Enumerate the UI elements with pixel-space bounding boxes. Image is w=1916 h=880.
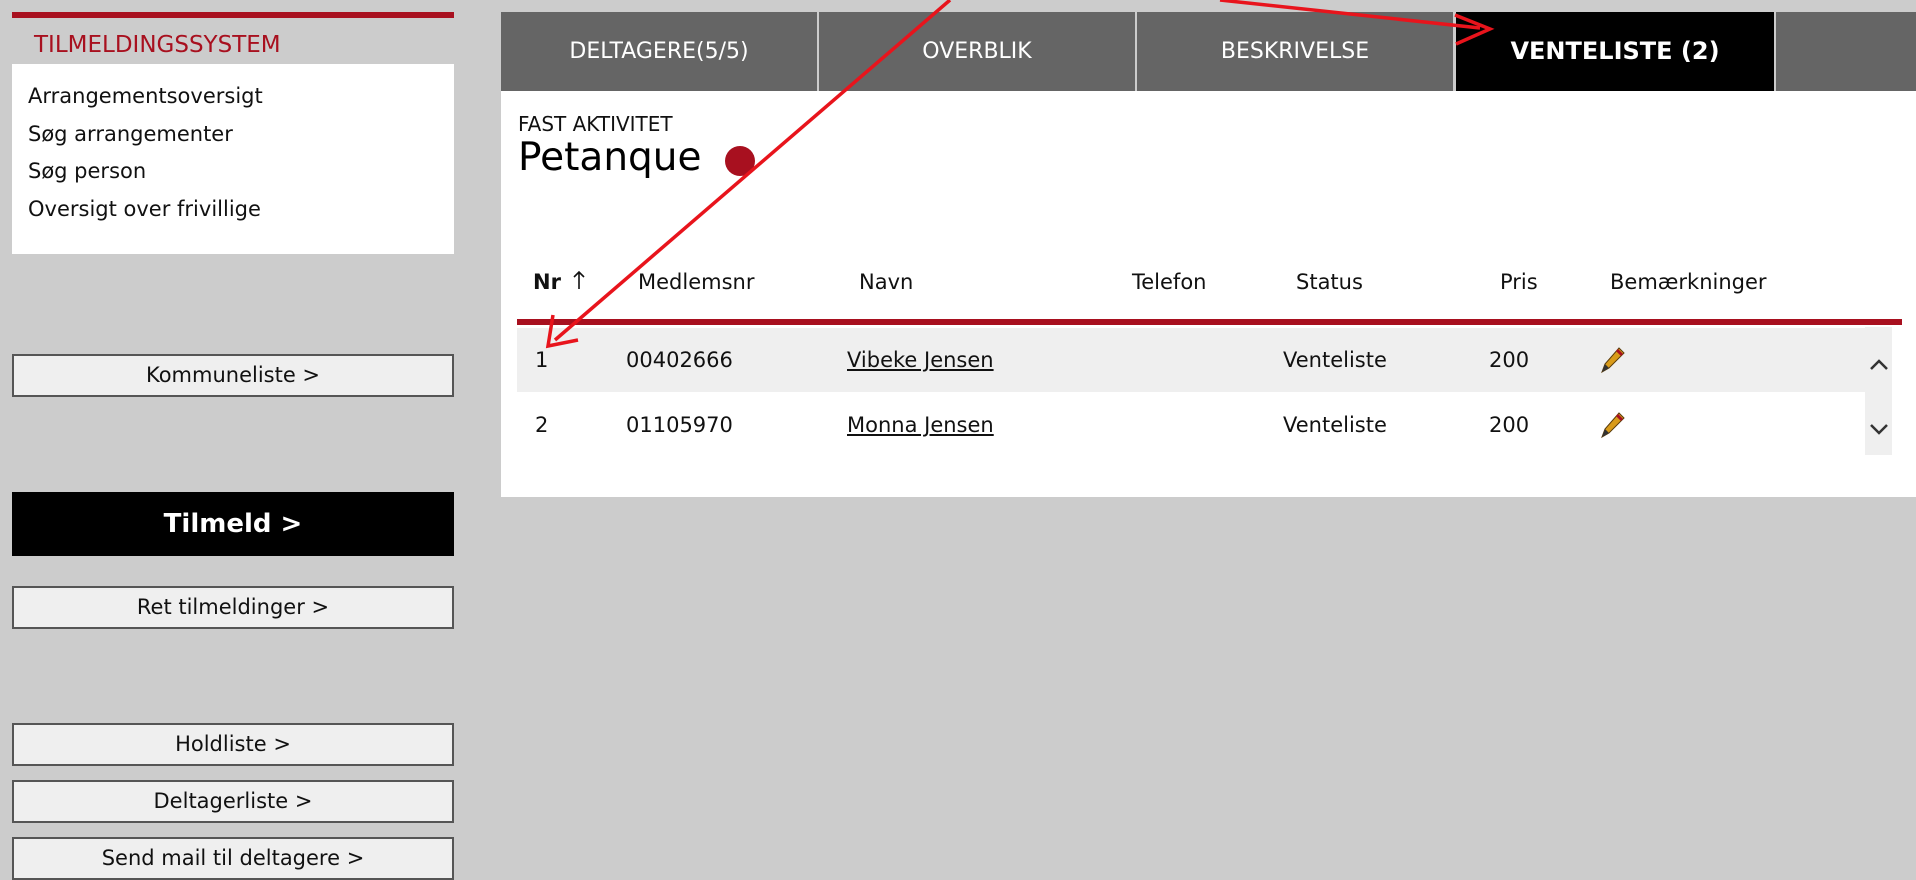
holdliste-button[interactable]: Holdliste > bbox=[12, 723, 454, 766]
col-header-bemaerkninger: Bemærkninger bbox=[1610, 270, 1767, 294]
row-status: Venteliste bbox=[1283, 348, 1387, 372]
menu-item-oversigt-frivillige[interactable]: Oversigt over frivillige bbox=[28, 191, 454, 229]
col-header-nr-label: Nr bbox=[533, 270, 561, 294]
row-medlemsnr: 01105970 bbox=[626, 413, 733, 437]
col-header-pris: Pris bbox=[1500, 270, 1538, 294]
col-header-status: Status bbox=[1296, 270, 1363, 294]
tab-more[interactable] bbox=[1776, 12, 1916, 91]
tab-beskrivelse[interactable]: BESKRIVELSE bbox=[1137, 12, 1453, 91]
row-medlemsnr: 00402666 bbox=[626, 348, 733, 372]
main-panel: DELTAGERE(5/5) OVERBLIK BESKRIVELSE VENT… bbox=[501, 12, 1916, 497]
status-dot-icon bbox=[725, 146, 755, 176]
col-header-medlemsnr: Medlemsnr bbox=[638, 270, 755, 294]
menu-item-arrangementsoversigt[interactable]: Arrangementsoversigt bbox=[28, 78, 454, 116]
pencil-icon[interactable] bbox=[1597, 410, 1627, 440]
kommuneliste-button[interactable]: Kommuneliste > bbox=[12, 354, 454, 397]
ret-tilmeldinger-button[interactable]: Ret tilmeldinger > bbox=[12, 586, 454, 629]
row-pris: 200 bbox=[1489, 348, 1530, 372]
pencil-icon[interactable] bbox=[1597, 345, 1627, 375]
sidebar-menu: Arrangementsoversigt Søg arrangementer S… bbox=[12, 64, 454, 254]
row-navn-link[interactable]: Monna Jensen bbox=[847, 393, 994, 457]
chevron-up-icon[interactable] bbox=[1867, 355, 1891, 375]
menu-item-soeg-arrangementer[interactable]: Søg arrangementer bbox=[28, 116, 454, 154]
arrow-up-icon bbox=[573, 270, 585, 289]
page-title: Petanque bbox=[518, 135, 702, 180]
chevron-down-icon[interactable] bbox=[1867, 419, 1891, 439]
sidebar: TILMELDINGSSYSTEM Arrangementsoversigt S… bbox=[12, 12, 454, 254]
deltagerliste-button[interactable]: Deltagerliste > bbox=[12, 780, 454, 823]
table-row: 1 00402666 Vibeke Jensen Venteliste 200 bbox=[517, 328, 1887, 392]
col-header-telefon: Telefon bbox=[1132, 270, 1207, 294]
table-header-divider bbox=[517, 319, 1902, 325]
row-navn-link[interactable]: Vibeke Jensen bbox=[847, 328, 994, 392]
tab-deltagere[interactable]: DELTAGERE(5/5) bbox=[501, 12, 817, 91]
row-nr: 1 bbox=[535, 348, 549, 372]
menu-item-soeg-person[interactable]: Søg person bbox=[28, 153, 454, 191]
send-mail-button[interactable]: Send mail til deltagere > bbox=[12, 837, 454, 880]
tab-overblik[interactable]: OVERBLIK bbox=[819, 12, 1135, 91]
col-header-nr[interactable]: Nr bbox=[533, 270, 586, 294]
tilmeld-button[interactable]: Tilmeld > bbox=[12, 492, 454, 556]
col-header-navn: Navn bbox=[859, 270, 914, 294]
table-scrollbar[interactable] bbox=[1865, 327, 1892, 455]
row-status: Venteliste bbox=[1283, 413, 1387, 437]
row-pris: 200 bbox=[1489, 413, 1530, 437]
tab-venteliste[interactable]: VENTELISTE (2) bbox=[1456, 12, 1774, 91]
table-row: 2 01105970 Monna Jensen Venteliste 200 bbox=[517, 393, 1887, 457]
tab-bar: DELTAGERE(5/5) OVERBLIK BESKRIVELSE VENT… bbox=[501, 12, 1916, 91]
activity-type: FAST AKTIVITET bbox=[518, 112, 673, 136]
sidebar-header: TILMELDINGSSYSTEM bbox=[12, 12, 454, 64]
row-nr: 2 bbox=[535, 413, 549, 437]
